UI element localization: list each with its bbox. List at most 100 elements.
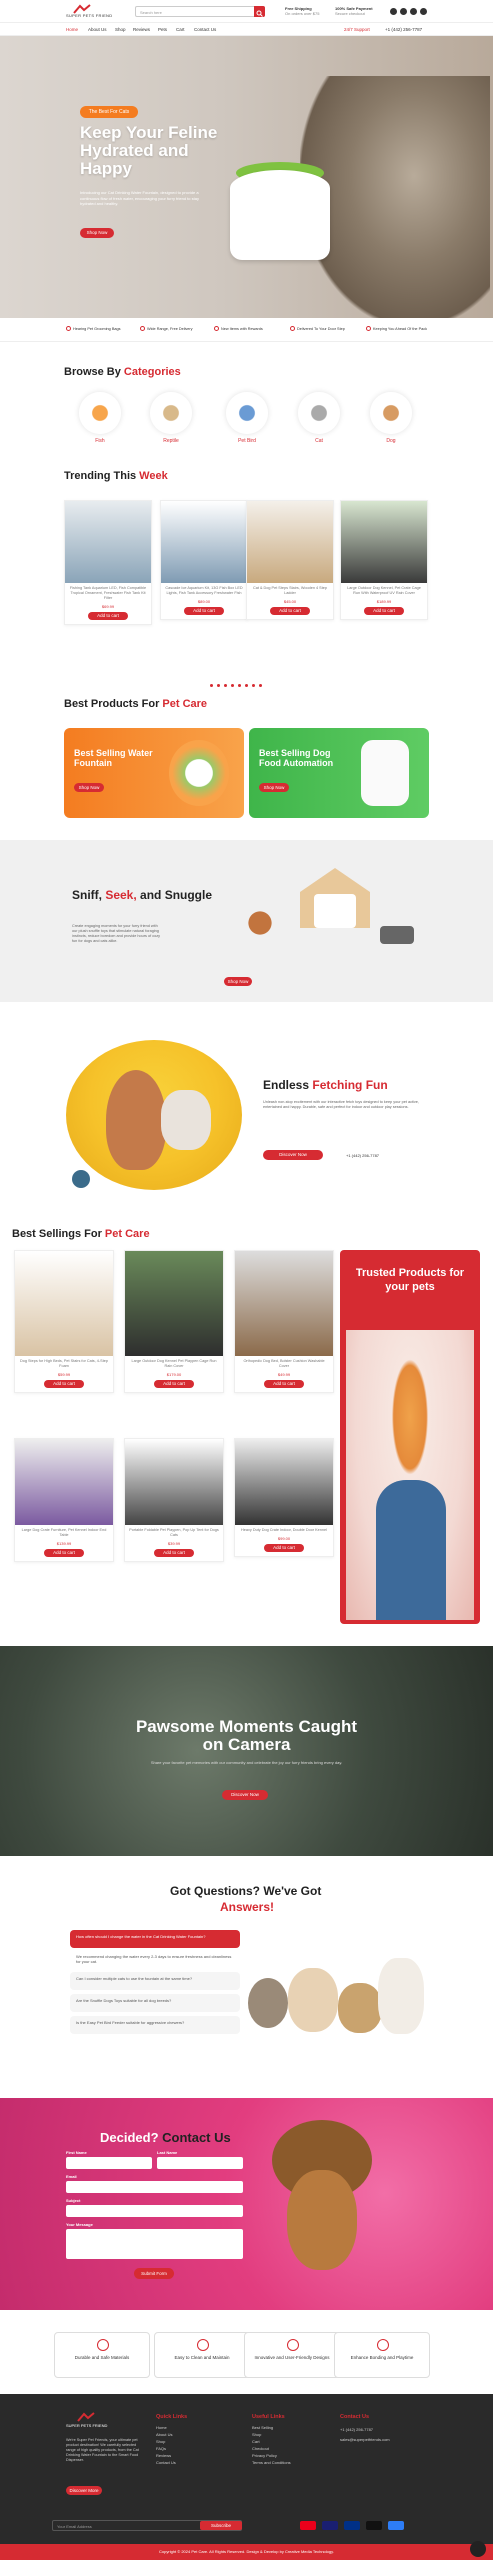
promo-dog-feeder[interactable]: Best Selling Dog Food Automation Shop No…: [249, 728, 429, 818]
category-label[interactable]: Fish: [79, 438, 121, 444]
hero-shop-button[interactable]: Shop Now: [80, 228, 114, 238]
product-image[interactable]: [161, 501, 247, 583]
footer-link[interactable]: Privacy Policy: [252, 2452, 291, 2459]
product-title[interactable]: Fishing Tank Aquarium LED, Fish Compatib…: [65, 583, 151, 604]
add-to-cart-button[interactable]: Add to cart: [184, 607, 224, 615]
category-bird[interactable]: [226, 392, 268, 434]
add-to-cart-button[interactable]: Add to cart: [264, 1380, 304, 1388]
search-button[interactable]: [254, 6, 265, 17]
email-field[interactable]: [66, 2181, 243, 2193]
fetching-phone[interactable]: +1 (442) 256-7787: [346, 1153, 379, 1158]
footer-email[interactable]: sales@superpetfriends.com: [340, 2436, 390, 2443]
product-card[interactable]: Cat & Dog Pet Steps Stairs, Wooden 4 Ste…: [246, 500, 334, 620]
faq-item[interactable]: Is the Easy Pet Bird Feeder suitable for…: [70, 2016, 240, 2034]
product-image[interactable]: [247, 501, 333, 583]
product-title[interactable]: Portable Foldable Pet Playpen, Pop Up Te…: [125, 1525, 223, 1541]
first-name-field[interactable]: [66, 2157, 152, 2169]
facebook-icon[interactable]: [390, 8, 397, 15]
header-phone[interactable]: +1 (442) 256-7787: [385, 27, 422, 32]
trusted-products-banner[interactable]: Trusted Products for your pets: [340, 1250, 480, 1624]
nav-reviews[interactable]: Reviews: [133, 27, 150, 32]
faq-item-open[interactable]: How often should I change the water in t…: [70, 1930, 240, 1948]
youtube-icon[interactable]: [420, 8, 427, 15]
footer-link[interactable]: Cart: [252, 2438, 291, 2445]
footer-link[interactable]: Shop: [252, 2431, 291, 2438]
subscribe-button[interactable]: Subscribe: [200, 2521, 242, 2530]
instagram-icon[interactable]: [400, 8, 407, 15]
product-title[interactable]: Dog Steps for High Beds, Pet Stairs for …: [15, 1356, 113, 1372]
carousel-dots[interactable]: [208, 674, 264, 692]
product-image[interactable]: [235, 1251, 333, 1356]
promo-shop-button[interactable]: Shop Now: [259, 783, 289, 792]
footer-link[interactable]: Terms and Conditions: [252, 2459, 291, 2466]
nav-shop[interactable]: Shop: [115, 27, 126, 32]
nav-cart[interactable]: Cart: [176, 27, 185, 32]
product-title[interactable]: Cat & Dog Pet Steps Stairs, Wooden 4 Ste…: [247, 583, 333, 599]
fetching-discover-button[interactable]: Discover Now: [263, 1150, 323, 1160]
nav-home[interactable]: Home: [66, 27, 78, 32]
category-fish[interactable]: [79, 392, 121, 434]
nav-pets[interactable]: Pets: [158, 27, 167, 32]
product-image[interactable]: [125, 1251, 223, 1356]
pawsome-discover-button[interactable]: Discover Now: [222, 1790, 268, 1800]
footer-link[interactable]: FAQs: [156, 2445, 176, 2452]
footer-link[interactable]: Checkout: [252, 2445, 291, 2452]
product-title[interactable]: Cascade Ice Aquarium Kit, 13G Fish Box L…: [161, 583, 247, 599]
product-card[interactable]: Fishing Tank Aquarium LED, Fish Compatib…: [64, 500, 152, 625]
product-image[interactable]: [341, 501, 427, 583]
category-label[interactable]: Reptile: [150, 438, 192, 444]
add-to-cart-button[interactable]: Add to cart: [44, 1380, 84, 1388]
product-image[interactable]: [15, 1439, 113, 1525]
category-label[interactable]: Cat: [298, 438, 340, 444]
category-dog[interactable]: [370, 392, 412, 434]
footer-link[interactable]: Home: [156, 2424, 176, 2431]
search-input[interactable]: Search here: [135, 6, 265, 17]
product-title[interactable]: Large Outdoor Dog Kennel Pet Playpen Cag…: [125, 1356, 223, 1372]
twitter-icon[interactable]: [410, 8, 417, 15]
message-field[interactable]: [66, 2229, 243, 2259]
faq-item[interactable]: Are the Snuffle Dogs Toys suitable for a…: [70, 1994, 240, 2012]
product-card[interactable]: Large Outdoor Dog Kennel, Pet Crate Cage…: [340, 500, 428, 620]
product-title[interactable]: Large Dog Crate Furniture, Pet Kennel In…: [15, 1525, 113, 1541]
nav-about[interactable]: About Us: [88, 27, 107, 32]
product-card[interactable]: Dog Steps for High Beds, Pet Stairs for …: [14, 1250, 114, 1393]
product-image[interactable]: [125, 1439, 223, 1525]
submit-button[interactable]: Submit Form: [134, 2268, 174, 2279]
faq-item[interactable]: Can I consider multiple cats to use the …: [70, 1972, 240, 1990]
add-to-cart-button[interactable]: Add to cart: [88, 612, 128, 620]
product-title[interactable]: Large Outdoor Dog Kennel, Pet Crate Cage…: [341, 583, 427, 599]
product-card[interactable]: Heavy Duty Dog Crate Indoor, Double Door…: [234, 1438, 334, 1557]
product-card[interactable]: Large Outdoor Dog Kennel Pet Playpen Cag…: [124, 1250, 224, 1393]
product-card[interactable]: Orthopedic Dog Bed, Bolster Cushion Wash…: [234, 1250, 334, 1393]
footer-link[interactable]: Reviews: [156, 2452, 176, 2459]
add-to-cart-button[interactable]: Add to cart: [154, 1549, 194, 1557]
footer-phone[interactable]: +1 (442) 256-7787: [340, 2426, 373, 2433]
product-title[interactable]: Heavy Duty Dog Crate Indoor, Double Door…: [235, 1525, 333, 1536]
add-to-cart-button[interactable]: Add to cart: [364, 607, 404, 615]
last-name-field[interactable]: [157, 2157, 243, 2169]
footer-logo[interactable]: SUPER PETS FRIEND: [66, 2412, 107, 2430]
logo[interactable]: SUPER PETS FRIEND: [66, 4, 112, 18]
sniff-shop-button[interactable]: Shop Now: [224, 977, 252, 986]
promo-shop-button[interactable]: Shop Now: [74, 783, 104, 792]
footer-discover-button[interactable]: Discover More: [66, 2486, 102, 2495]
footer-link[interactable]: About Us: [156, 2431, 176, 2438]
category-label[interactable]: Dog: [370, 438, 412, 444]
chat-widget-icon[interactable]: [470, 2541, 486, 2557]
product-image[interactable]: [65, 501, 151, 583]
category-label[interactable]: Pet Bird: [226, 438, 268, 444]
promo-water-fountain[interactable]: Best Selling Water Fountain Shop Now: [64, 728, 244, 818]
product-card[interactable]: Portable Foldable Pet Playpen, Pop Up Te…: [124, 1438, 224, 1562]
category-cat[interactable]: [298, 392, 340, 434]
product-card[interactable]: Large Dog Crate Furniture, Pet Kennel In…: [14, 1438, 114, 1562]
footer-link[interactable]: Shop: [156, 2438, 176, 2445]
add-to-cart-button[interactable]: Add to cart: [44, 1549, 84, 1557]
subject-field[interactable]: [66, 2205, 243, 2217]
add-to-cart-button[interactable]: Add to cart: [270, 607, 310, 615]
add-to-cart-button[interactable]: Add to cart: [264, 1544, 304, 1552]
product-image[interactable]: [15, 1251, 113, 1356]
product-image[interactable]: [235, 1439, 333, 1525]
add-to-cart-button[interactable]: Add to cart: [154, 1380, 194, 1388]
product-card[interactable]: Cascade Ice Aquarium Kit, 13G Fish Box L…: [160, 500, 248, 620]
footer-link[interactable]: Best Selling: [252, 2424, 291, 2431]
